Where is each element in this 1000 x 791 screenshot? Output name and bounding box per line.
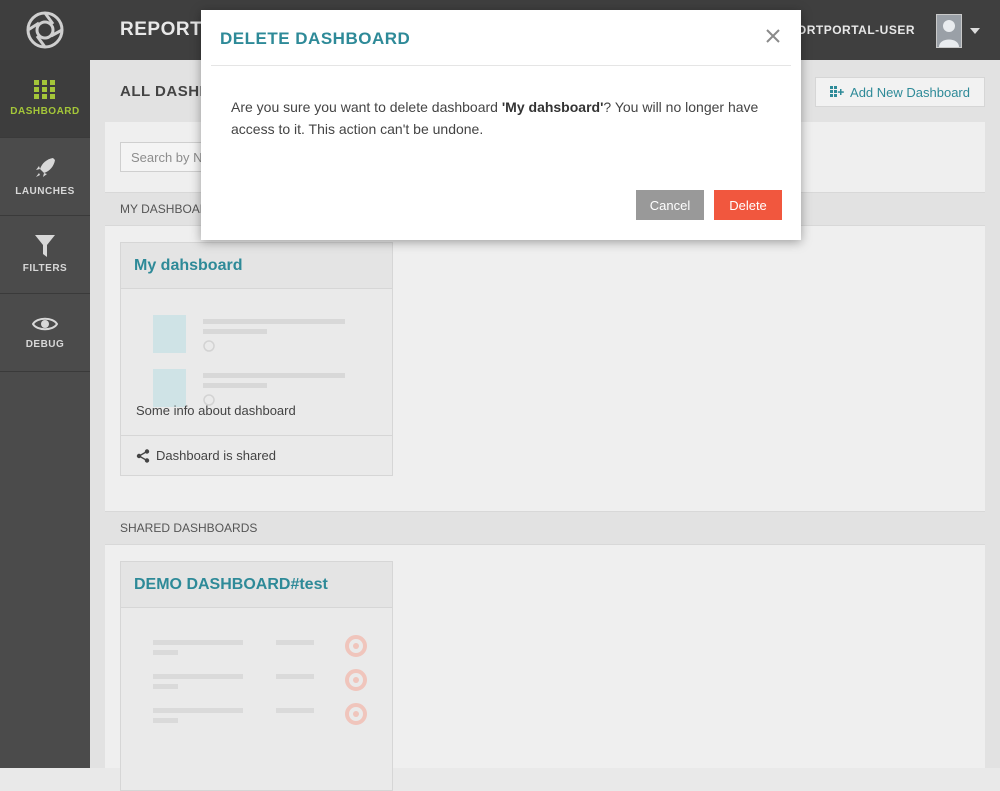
delete-button[interactable]: Delete <box>714 190 782 220</box>
delete-dashboard-modal: DELETE DASHBOARD Are you sure you want t… <box>201 10 801 240</box>
modal-title: DELETE DASHBOARD <box>220 29 411 48</box>
cancel-button[interactable]: Cancel <box>636 190 704 220</box>
modal-message: Are you sure you want to delete dashboar… <box>231 96 776 140</box>
modal-divider <box>211 65 791 66</box>
close-icon <box>766 29 780 43</box>
modal-message-before: Are you sure you want to delete dashboar… <box>231 99 502 115</box>
close-button[interactable] <box>763 26 783 46</box>
modal-dashboard-name: 'My dahsboard' <box>501 99 604 115</box>
